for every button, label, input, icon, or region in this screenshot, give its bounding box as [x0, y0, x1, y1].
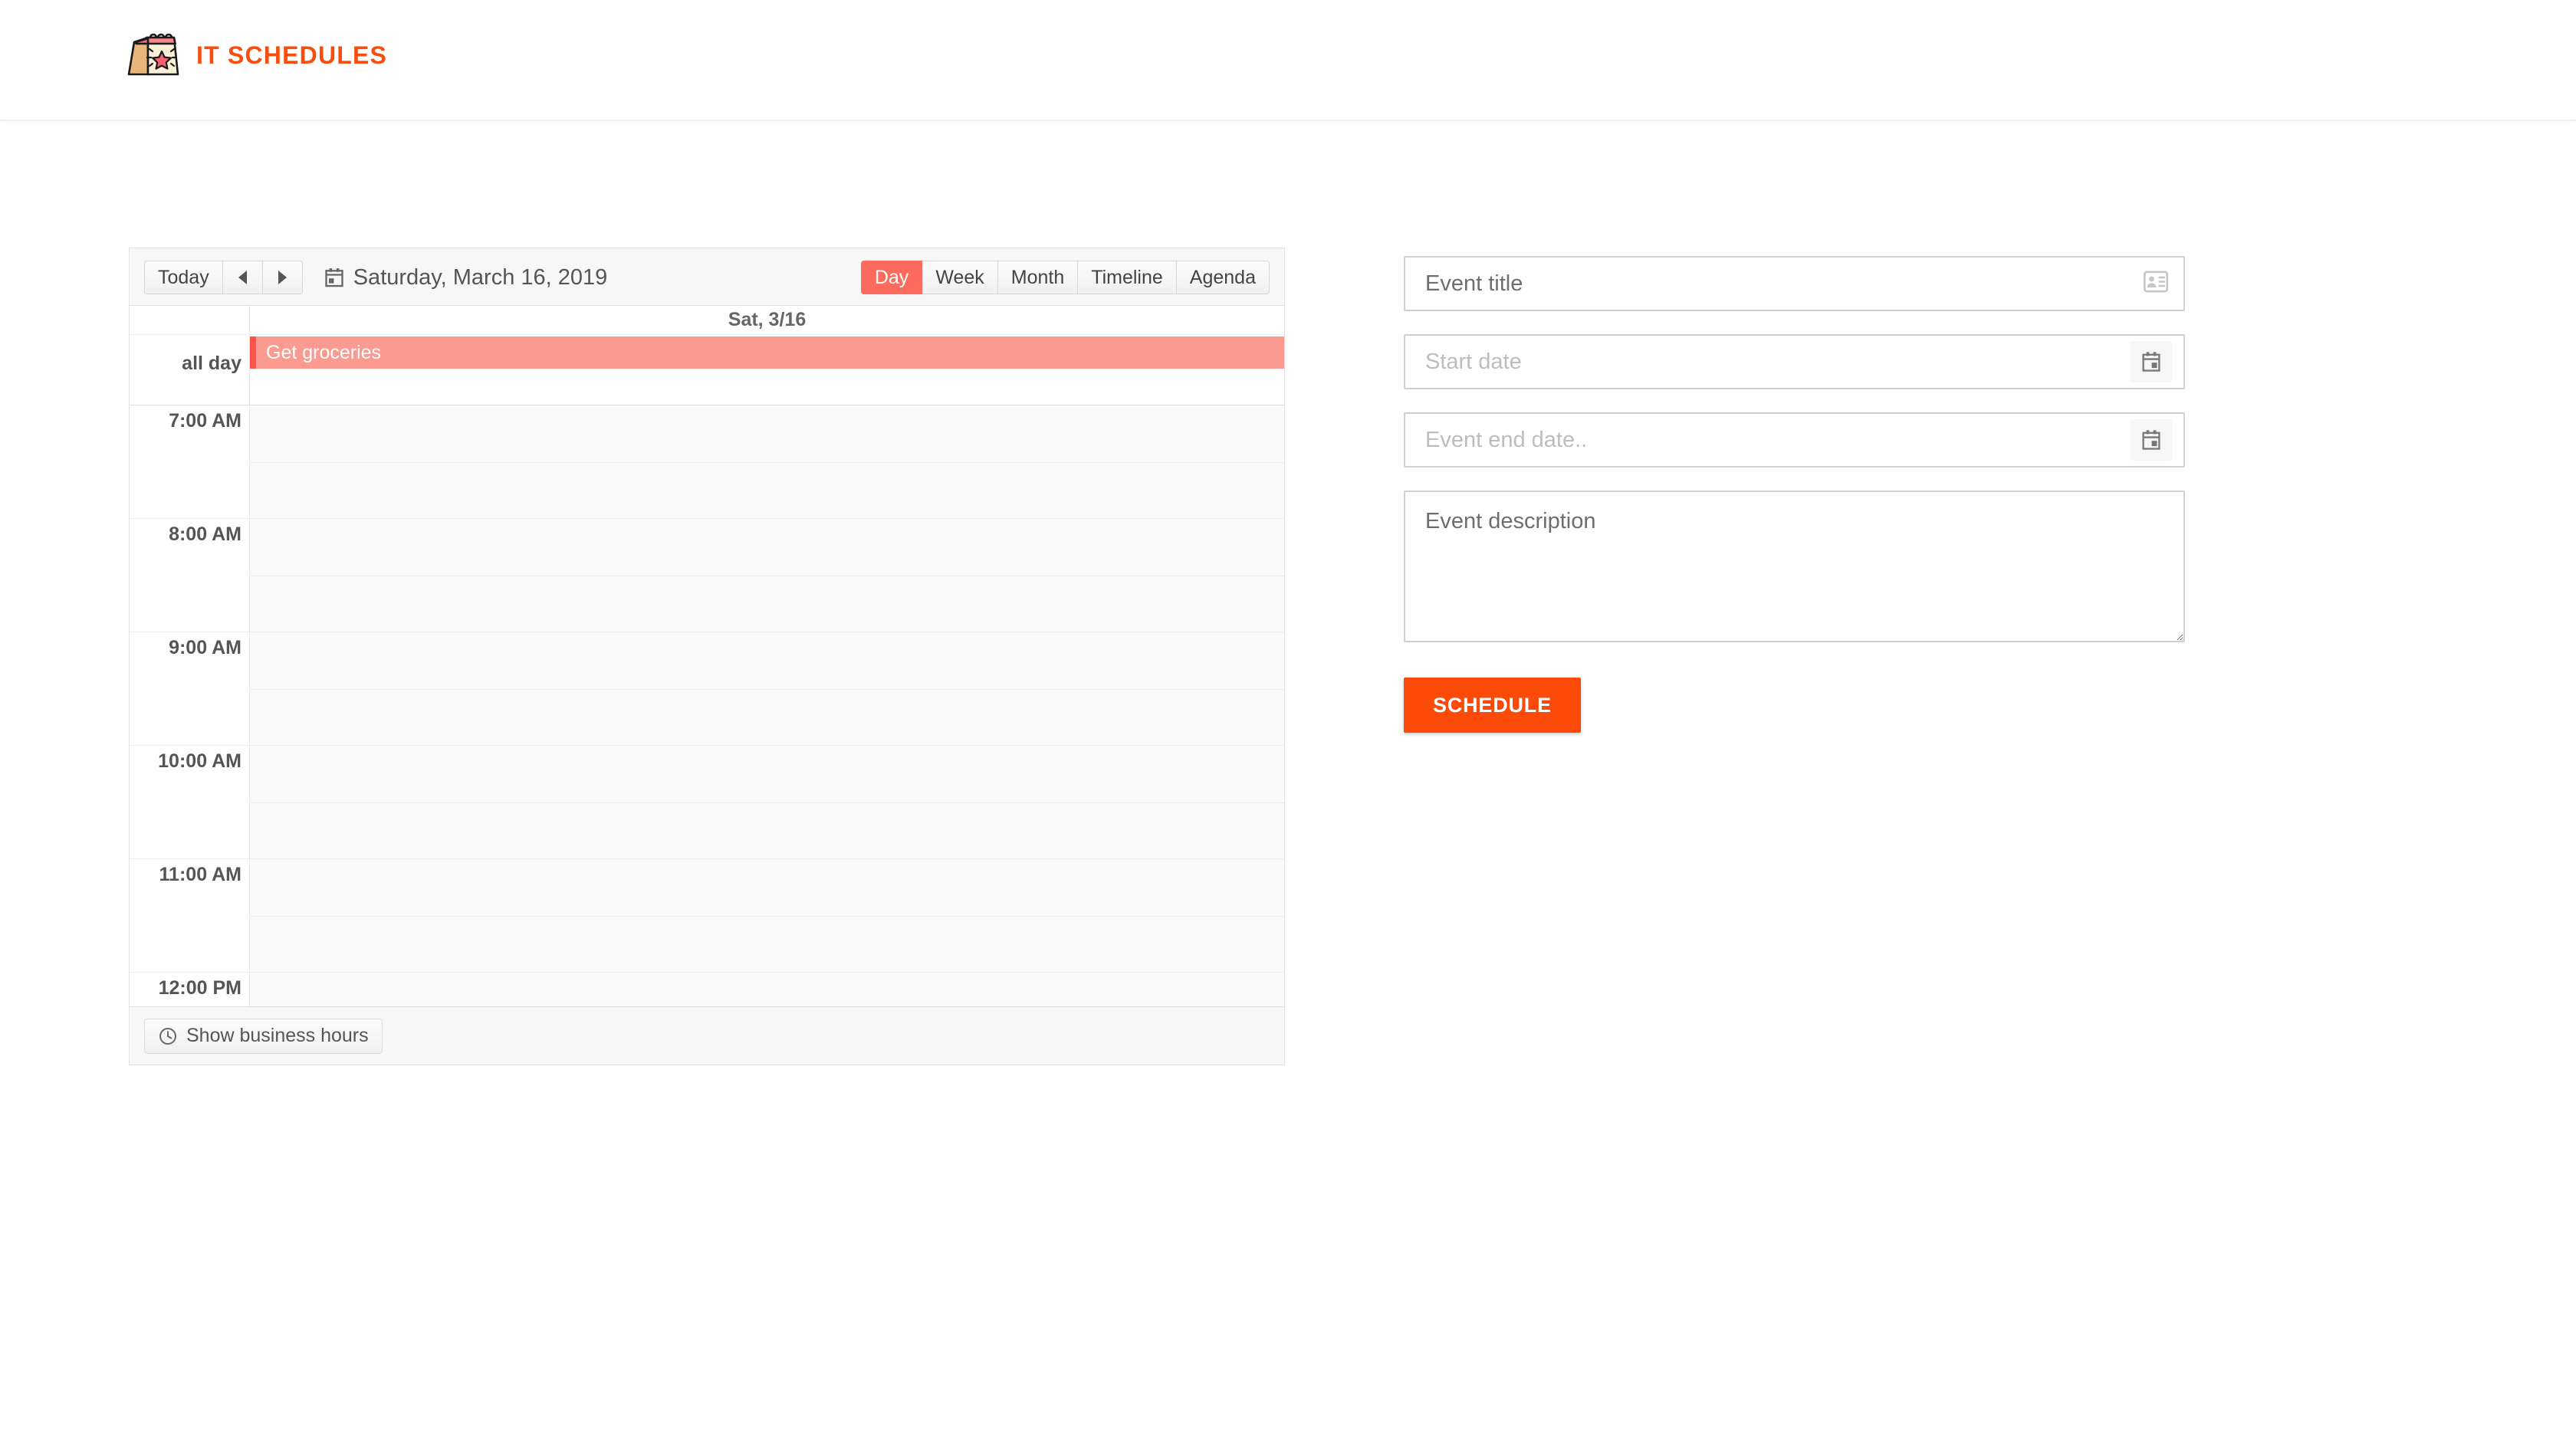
half-hour-divider — [250, 802, 1284, 803]
time-slot[interactable] — [250, 973, 1284, 1006]
event-title-input[interactable] — [1404, 256, 2185, 311]
calendar-footer: Show business hours — [130, 1006, 1284, 1065]
prev-button[interactable] — [222, 261, 263, 294]
show-business-hours-label: Show business hours — [186, 1025, 369, 1046]
view-button-day[interactable]: Day — [860, 261, 923, 294]
calendar-toolbar: Today Saturday, March 16, 2019 Day Week … — [130, 248, 1284, 306]
app-header: IT SCHEDULES — [0, 0, 2576, 121]
all-day-row: all day Get groceries — [130, 335, 1284, 405]
time-axis-slot: 9:00 AM — [130, 632, 249, 746]
start-date-field-wrap — [1404, 334, 2185, 389]
time-slot[interactable] — [250, 405, 1284, 519]
view-button-agenda[interactable]: Agenda — [1176, 261, 1270, 294]
today-button[interactable]: Today — [144, 261, 223, 294]
day-slot-column[interactable] — [250, 405, 1284, 1006]
show-business-hours-button[interactable]: Show business hours — [144, 1018, 383, 1054]
current-date-display: Saturday, March 16, 2019 — [324, 264, 608, 290]
current-date-text: Saturday, March 16, 2019 — [353, 264, 608, 290]
half-hour-divider — [250, 462, 1284, 463]
start-date-input[interactable] — [1404, 334, 2185, 389]
time-slot[interactable] — [250, 746, 1284, 859]
end-date-field-wrap — [1404, 412, 2185, 468]
calendar-event-title: Get groceries — [266, 341, 382, 363]
all-day-cells[interactable]: Get groceries — [250, 335, 1284, 405]
time-label: 12:00 PM — [158, 977, 242, 999]
next-button[interactable] — [262, 261, 303, 294]
calendar-event[interactable]: Get groceries — [250, 336, 1284, 369]
time-axis-slot: 11:00 AM — [130, 859, 249, 973]
time-label: 8:00 AM — [169, 523, 242, 545]
time-label: 11:00 AM — [159, 864, 242, 885]
end-date-input[interactable] — [1404, 412, 2185, 468]
time-slot[interactable] — [250, 632, 1284, 746]
time-axis-slot: 8:00 AM — [130, 519, 249, 632]
time-axis-slot: 12:00 PM — [130, 973, 249, 1006]
arrow-left-icon — [238, 271, 247, 284]
time-label: 10:00 AM — [158, 750, 242, 772]
end-date-calendar-picker-icon[interactable] — [2131, 419, 2172, 461]
time-label: 9:00 AM — [169, 637, 242, 658]
arrow-right-icon — [278, 271, 287, 284]
event-description-field-wrap — [1404, 491, 2185, 642]
view-button-month[interactable]: Month — [997, 261, 1079, 294]
axis-corner-cell — [130, 306, 250, 334]
event-form: SCHEDULE — [1404, 256, 2185, 733]
view-switcher: Day Week Month Timeline Agenda — [860, 261, 1270, 294]
time-axis: 7:00 AM 8:00 AM 9:00 AM 10:00 AM 11:00 A… — [130, 405, 250, 1006]
time-axis-slot: 10:00 AM — [130, 746, 249, 859]
brand[interactable]: IT SCHEDULES — [125, 31, 387, 79]
half-hour-divider — [250, 916, 1284, 917]
time-grid: 7:00 AM 8:00 AM 9:00 AM 10:00 AM 11:00 A… — [130, 405, 1284, 1006]
all-day-label: all day — [130, 335, 250, 405]
desk-calendar-star-icon — [127, 33, 179, 76]
day-header-cell: Sat, 3/16 — [728, 309, 807, 330]
time-slot[interactable] — [250, 519, 1284, 632]
calendar-panel: Today Saturday, March 16, 2019 Day Week … — [129, 248, 1285, 1065]
view-button-week[interactable]: Week — [922, 261, 998, 294]
clock-icon — [159, 1027, 176, 1045]
event-title-field-wrap — [1404, 256, 2185, 311]
brand-title: IT SCHEDULES — [196, 41, 388, 69]
time-label: 7:00 AM — [169, 410, 242, 432]
time-slot[interactable] — [250, 859, 1284, 973]
nav-button-group: Today — [144, 261, 303, 294]
schedule-button[interactable]: SCHEDULE — [1404, 678, 1581, 733]
half-hour-divider — [250, 689, 1284, 690]
time-axis-slot: 7:00 AM — [130, 405, 249, 519]
day-header-row: Sat, 3/16 — [130, 306, 1284, 335]
start-date-calendar-picker-icon[interactable] — [2131, 341, 2172, 382]
calendar-icon — [325, 268, 343, 287]
toolbar-left-group: Today Saturday, March 16, 2019 — [144, 261, 607, 294]
event-description-textarea[interactable] — [1404, 491, 2185, 642]
view-button-timeline[interactable]: Timeline — [1078, 261, 1177, 294]
